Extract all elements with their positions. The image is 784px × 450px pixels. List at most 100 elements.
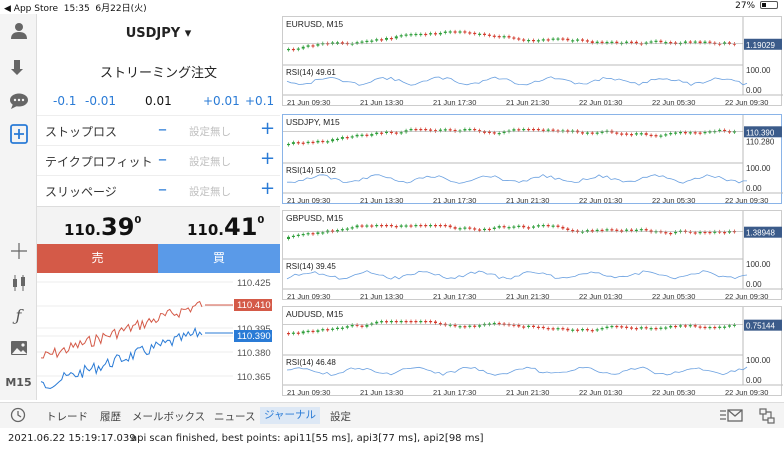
lot-minus-0-1[interactable]: -0.1 [53,94,76,108]
chart-audusd[interactable]: AUDUSD, M15 0.75144 RSI(14) 46.48 100.00 0.0… [282,306,783,397]
tab-journal[interactable]: ジャーナル [260,407,320,424]
candle [688,325,692,327]
candle [610,130,614,133]
download-icon[interactable] [0,58,37,80]
candle [723,129,727,132]
rsi-axis-label: 0.00 [746,86,762,95]
price-tag-text: 0.75144 [746,322,775,331]
order-type[interactable]: ストリーミング注文 [37,62,280,81]
candle [487,34,491,36]
candle [497,226,501,228]
charts-area: EURUSD, M15 1.19029 RSI(14) 49.61 100.00 0.0… [282,14,784,402]
candle [664,327,668,329]
candle [522,129,526,131]
user-icon[interactable] [0,22,37,44]
chart-eurusd[interactable]: EURUSD, M15 1.19029 RSI(14) 49.61 100.00 0.0… [282,16,783,107]
rsi-axis-label: 100.00 [746,66,771,75]
chart-gbpusd[interactable]: GBPUSD, M15 1.38948 RSI(14) 39.45 100.00 0.0… [282,210,783,301]
lot-plus-0-1[interactable]: +0.1 [245,94,274,108]
slippage-minus-button[interactable]: – [158,179,167,200]
buy-button[interactable]: 買 [158,244,280,273]
candle [693,232,697,234]
candle [316,232,320,234]
candle [728,42,731,44]
back-to-app-store[interactable]: ◀ App Store [4,4,58,14]
sell-button[interactable]: 売 [37,244,158,273]
candle [336,138,339,141]
stop-loss-plus-button[interactable]: + [260,118,275,139]
time-axis-label: 22 Jun 01:30 [579,292,622,301]
lot-volume[interactable]: 0.01 [145,94,172,108]
candle [654,135,658,137]
candlestick-icon[interactable] [0,274,37,296]
stop-loss-minus-button[interactable]: – [158,119,167,140]
mail-compose-icon[interactable] [720,408,744,427]
rsi-label: RSI(14) 49.61 [286,68,336,77]
candle [448,31,452,33]
network-icon[interactable] [758,408,776,427]
lot-minus-0-01[interactable]: -0.01 [85,94,116,108]
candle [429,225,433,227]
candle [331,328,335,330]
candle [644,133,648,135]
status-bar: ◀ App Store 15:35 6月22日(火) 27% [0,0,784,14]
tab-trade[interactable]: トレード [46,409,88,424]
chart-title: AUDUSD, M15 [286,309,343,319]
candle [360,325,364,327]
lot-plus-0-01[interactable]: +0.01 [203,94,240,108]
candle [419,129,423,131]
stop-loss-value[interactable]: 設定無し [189,124,231,139]
timeframe-m15[interactable]: M15 [0,376,37,389]
candle [385,37,388,40]
candle [669,325,673,328]
time-axis-label: 21 Jun 13:30 [360,196,403,205]
tab-settings[interactable]: 設定 [330,409,351,424]
crosshair-icon[interactable] [0,242,37,264]
tab-mailbox[interactable]: メールボックス [132,409,205,424]
image-icon[interactable] [0,340,37,360]
time-axis-label: 21 Jun 17:30 [433,292,476,301]
take-profit-plus-button[interactable]: + [260,148,275,169]
function-icon[interactable]: ƒ [0,306,37,325]
candle [287,48,290,51]
candle [301,233,305,236]
candle [585,329,589,331]
chart-usdjpy[interactable]: USDJPY, M15 110.280 110.390 RSI(14) 51.02 10… [282,114,783,205]
candle [659,135,663,137]
candle [517,129,521,131]
candle [708,326,712,329]
tab-news[interactable]: ニュース [214,409,255,424]
take-profit-minus-button[interactable]: – [158,149,167,170]
candle [723,232,727,234]
candle [404,225,408,227]
candle [414,321,418,323]
slippage-plus-button[interactable]: + [260,178,275,199]
take-profit-value[interactable]: 設定無し [189,154,231,169]
candle [453,227,457,229]
chat-icon[interactable] [0,92,37,114]
slippage-value[interactable]: 設定無し [189,184,231,199]
candle [291,48,295,51]
rsi-axis-label: 0.00 [746,376,762,385]
candle [414,225,418,227]
clock-icon[interactable] [10,407,26,426]
candle [463,31,467,33]
candle [385,225,388,227]
candle [561,38,565,40]
candle [664,134,668,136]
candle [674,132,678,134]
candle [634,133,638,135]
candle [473,325,477,327]
rsi-axis-label: 100.00 [746,164,771,173]
symbol-selector[interactable]: USDJPY ▾ [37,26,280,41]
new-order-icon[interactable] [0,124,37,148]
candle [483,33,486,35]
candle [620,326,624,328]
candle [644,327,648,329]
candle [512,226,516,228]
tick-ask-line [40,300,203,359]
candle [698,231,702,234]
bid-price: 110.390 [64,213,142,241]
tab-history[interactable]: 履歴 [100,409,121,424]
candle [605,326,609,329]
